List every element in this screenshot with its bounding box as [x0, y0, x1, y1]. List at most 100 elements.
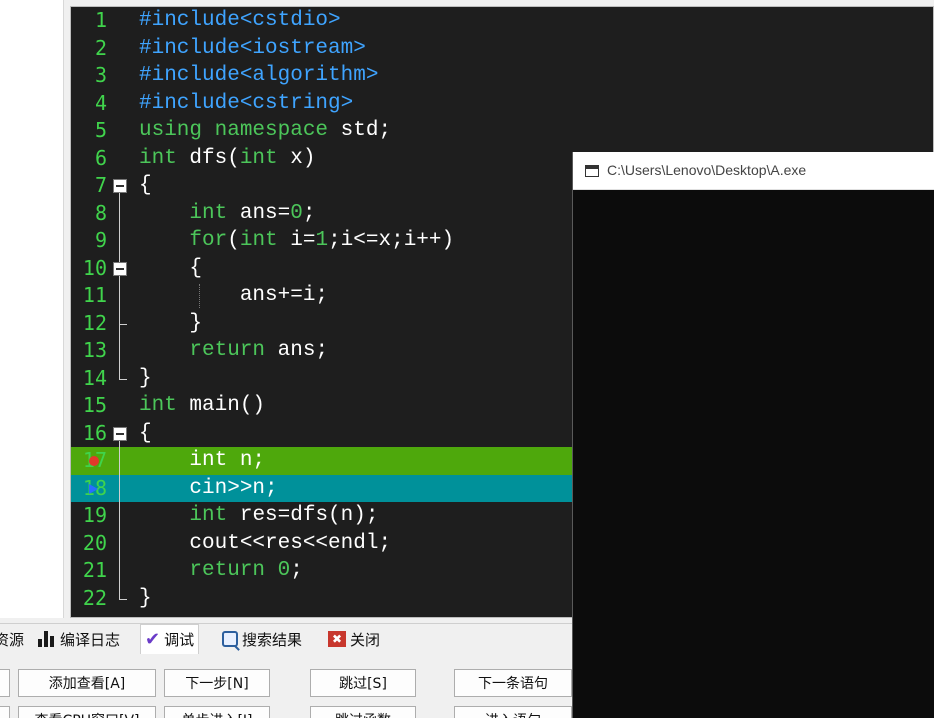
- code-text[interactable]: ans+=i;: [139, 282, 328, 310]
- fold-toggle-icon[interactable]: [113, 179, 127, 193]
- tab-search-results-label: 搜索结果: [242, 630, 303, 649]
- code-text[interactable]: {: [139, 255, 202, 283]
- tab-resources[interactable]: 资源: [0, 626, 24, 652]
- line-number[interactable]: 6: [71, 145, 107, 173]
- line-number[interactable]: 7: [71, 172, 107, 200]
- code-token: ans+=i;: [139, 284, 329, 307]
- tab-close-label: 关闭: [350, 630, 381, 649]
- code-token: #include<algorithm>: [139, 64, 379, 87]
- code-text[interactable]: }: [139, 585, 152, 613]
- code-token: #include<cstdio>: [139, 9, 341, 32]
- line-number[interactable]: 4: [71, 90, 107, 118]
- code-text[interactable]: {: [139, 420, 152, 448]
- check-icon: ✔: [145, 628, 161, 650]
- code-text[interactable]: int n;: [139, 447, 265, 475]
- code-text[interactable]: using namespace std;: [139, 117, 391, 145]
- code-token: ;: [290, 559, 303, 582]
- chart-icon: [38, 631, 56, 647]
- code-text[interactable]: }: [139, 365, 152, 393]
- code-token: return: [189, 559, 266, 582]
- code-text[interactable]: #include<cstring>: [139, 90, 353, 118]
- code-line[interactable]: 1 #include<cstdio>: [71, 7, 933, 35]
- console-window[interactable]: C:\Users\Lenovo\Desktop\A.exe: [572, 152, 934, 718]
- code-text[interactable]: return 0;: [139, 557, 303, 585]
- code-token: cin>>n;: [139, 476, 278, 500]
- tab-close[interactable]: ✖ 关闭: [328, 626, 380, 652]
- view-cpu-window-button[interactable]: 查看CPU窗口[V]: [18, 706, 156, 718]
- fold-toggle-icon[interactable]: [113, 261, 127, 276]
- fold-guide: [119, 440, 120, 599]
- line-number[interactable]: 13: [71, 337, 107, 365]
- skip-function-button[interactable]: 跳过函数: [310, 706, 416, 718]
- into-statement-button[interactable]: 进入语句: [454, 706, 572, 718]
- code-text[interactable]: cin>>n;: [139, 475, 278, 503]
- tab-debug[interactable]: ✔ 调试: [140, 624, 200, 654]
- code-token: int: [239, 229, 278, 252]
- button-left-partial-2[interactable]: [0, 706, 10, 718]
- line-number[interactable]: 9: [71, 227, 107, 255]
- code-line[interactable]: 4 #include<cstring>: [71, 90, 933, 118]
- next-step-button[interactable]: 下一步[N]: [164, 669, 270, 697]
- line-number[interactable]: 20: [71, 530, 107, 558]
- line-number[interactable]: 1: [71, 7, 107, 35]
- line-number[interactable]: 14: [71, 365, 107, 393]
- fold-toggle-icon[interactable]: [113, 426, 127, 441]
- code-token: int n;: [139, 449, 266, 472]
- console-app-icon: [585, 165, 599, 177]
- code-text[interactable]: #include<cstdio>: [139, 7, 341, 35]
- code-text[interactable]: #include<iostream>: [139, 35, 366, 63]
- code-token: {: [139, 174, 152, 197]
- code-line[interactable]: 5 using namespace std;: [71, 117, 933, 145]
- code-token: using namespace: [139, 119, 329, 142]
- code-token: x): [277, 146, 316, 170]
- button-left-partial[interactable]: [0, 669, 10, 697]
- code-token: i=: [277, 229, 316, 252]
- code-text[interactable]: cout<<res<<endl;: [139, 530, 391, 558]
- fold-end-marker: [119, 598, 127, 600]
- line-number[interactable]: 11: [71, 282, 107, 310]
- next-statement-button[interactable]: 下一条语句: [454, 669, 572, 697]
- add-watch-button[interactable]: 添加查看[A]: [18, 669, 156, 697]
- code-token: dfs(: [176, 146, 240, 170]
- tab-compile-log[interactable]: 编译日志: [38, 626, 120, 652]
- line-number[interactable]: 22: [71, 585, 107, 613]
- code-text[interactable]: return ans;: [139, 337, 328, 365]
- line-number[interactable]: 12: [71, 310, 107, 338]
- code-text[interactable]: int res=dfs(n);: [139, 502, 378, 530]
- code-text[interactable]: int main(): [139, 392, 265, 420]
- line-number[interactable]: 2: [71, 35, 107, 63]
- line-number[interactable]: 5: [71, 117, 107, 145]
- line-number[interactable]: 19: [71, 502, 107, 530]
- code-line[interactable]: 2 #include<iostream>: [71, 35, 933, 63]
- fold-end-marker: [119, 323, 127, 325]
- code-text[interactable]: int dfs(int x): [139, 145, 315, 173]
- breakpoint-icon[interactable]: [89, 456, 99, 466]
- code-token: int: [189, 201, 228, 225]
- line-number[interactable]: 3: [71, 62, 107, 90]
- execution-pointer-icon: [89, 483, 98, 494]
- code-token: }: [139, 586, 152, 610]
- code-text[interactable]: int ans=0;: [139, 200, 315, 228]
- console-titlebar[interactable]: C:\Users\Lenovo\Desktop\A.exe: [573, 152, 934, 190]
- code-token: {: [139, 256, 203, 280]
- line-number[interactable]: 16: [71, 420, 107, 448]
- line-number[interactable]: 21: [71, 557, 107, 585]
- close-icon: ✖: [328, 631, 346, 647]
- skip-button[interactable]: 跳过[S]: [310, 669, 416, 697]
- code-text[interactable]: }: [139, 310, 202, 338]
- line-number[interactable]: 10: [71, 255, 107, 283]
- tab-search-results[interactable]: 搜索结果: [222, 626, 302, 652]
- line-number[interactable]: 15: [71, 392, 107, 420]
- code-text[interactable]: for(int i=1;i<=x;i++): [139, 227, 454, 255]
- code-text[interactable]: {: [139, 172, 152, 200]
- code-token: int: [139, 146, 177, 170]
- code-line[interactable]: 3 #include<algorithm>: [71, 62, 933, 90]
- code-token: #include<iostream>: [139, 36, 366, 60]
- step-into-button[interactable]: 单步进入[I]: [164, 706, 270, 718]
- line-number[interactable]: 8: [71, 200, 107, 228]
- code-token: std;: [328, 119, 392, 142]
- code-token: int: [189, 504, 228, 527]
- code-text[interactable]: #include<algorithm>: [139, 62, 378, 90]
